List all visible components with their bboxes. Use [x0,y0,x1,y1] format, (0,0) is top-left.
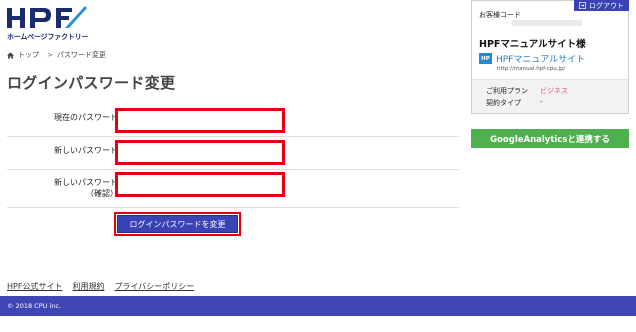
hpf-logo[interactable]: ホームページファクトリー [7,6,97,41]
breadcrumb: トップ > パスワード変更 [7,50,106,60]
logout-label: ログアウト [589,2,624,10]
footer-link-terms[interactable]: 利用規約 [72,281,104,292]
confirm-password-label-line2: （確認） [86,189,118,198]
customer-code-value-redacted [512,20,582,26]
breadcrumb-home-link[interactable]: トップ [18,50,39,60]
footer-links: HPF公式サイト 利用規約 プライバシーポリシー [7,281,194,292]
customer-code-label: お客様コード [479,11,521,19]
footer-bar: © 2018 CPU inc. [0,296,636,316]
plan-value: ビジネス [540,87,568,95]
plan-box: ご利用プラン ビジネス 契約タイプ - [472,79,628,113]
submit-highlight: ログインパスワードを変更 [114,212,241,236]
logout-button[interactable]: ログアウト [574,0,629,11]
footer-link-official-site[interactable]: HPF公式サイト [7,281,62,292]
account-panel: ログアウト お客様コード HPFマニュアルサイト様 HP HPFマニュアルサイト… [471,0,629,114]
plan-label: ご利用プラン [486,87,528,95]
new-password-input[interactable] [115,140,285,165]
copyright: © 2018 CPU inc. [7,302,62,310]
site-url: http://manual.hpf-cpu.jp/ [497,66,566,72]
hp-site-icon: HP [479,53,492,64]
contract-value: - [540,98,543,106]
new-password-label: 新しいパスワード [54,146,118,155]
confirm-password-row: 新しいパスワード （確認） [7,170,459,208]
home-icon [7,51,14,59]
site-name-link[interactable]: HPFマニュアルサイト [496,52,585,65]
breadcrumb-current: パスワード変更 [56,51,106,59]
plan-row: ご利用プラン ビジネス [486,86,568,96]
new-password-row: 新しいパスワード [7,137,459,170]
page-title: ログインパスワード変更 [7,74,176,92]
breadcrumb-separator: > [47,51,53,59]
contract-label: 契約タイプ [486,99,521,107]
contract-row: 契約タイプ - [486,98,543,108]
current-password-label: 現在のパスワード [54,113,118,122]
current-password-row: 現在のパスワード [7,103,459,137]
footer-link-privacy[interactable]: プライバシーポリシー [114,281,194,292]
site-row[interactable]: HP HPFマニュアルサイト [479,52,585,65]
google-analytics-connect-button[interactable]: GoogleAnalyticsと連携する [471,129,629,148]
change-password-button[interactable]: ログインパスワードを変更 [117,215,238,233]
logout-icon [579,2,586,9]
confirm-password-label-line1: 新しいパスワード [54,178,118,187]
current-password-input[interactable] [115,108,285,133]
hpf-logo-mark [7,6,87,28]
confirm-password-input[interactable] [115,172,285,197]
logo-text: ホームページファクトリー [7,33,89,41]
company-name: HPFマニュアルサイト様 [479,39,586,50]
confirm-password-label: 新しいパスワード （確認） [54,177,118,199]
